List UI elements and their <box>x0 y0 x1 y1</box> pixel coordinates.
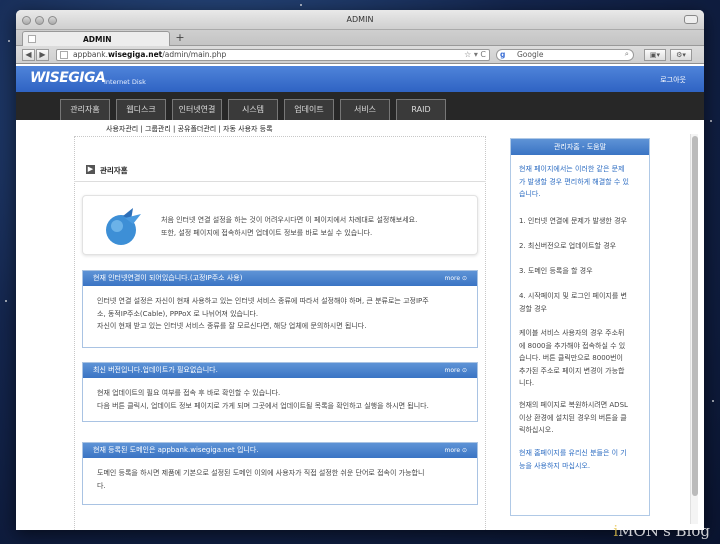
panel-body: 현재 업데이트의 필요 여부를 접속 후 바로 확인할 수 있습니다. 다음 버튼… <box>97 389 429 410</box>
menu-system[interactable]: 시스템 <box>228 99 278 120</box>
help-item: 4. 시작페이지 및 로그인 페이지를 변 경할 경우 <box>519 292 627 313</box>
menu-admin-home[interactable]: 관리자홈 <box>60 99 110 120</box>
more-link[interactable]: more ⊙ <box>445 271 467 286</box>
more-link[interactable]: more ⊙ <box>445 363 467 378</box>
help-note: 케이블 서비스 사용자의 경우 주소뒤 에 8000을 추가해야 접속하실 수 있… <box>519 329 626 387</box>
help-item: 1. 인터넷 연결에 문제가 발생한 경우 <box>519 217 627 225</box>
tab-admin[interactable]: ADMIN <box>22 31 170 46</box>
menu-webdisk[interactable]: 웹디스크 <box>116 99 166 120</box>
web-page: WISEGIGA Internet Disk 로그아웃 관리자홈 웹디스크 인터… <box>16 66 704 530</box>
google-icon: g <box>500 50 506 59</box>
welcome-line: 처음 인터넷 연결 설정을 하는 것이 어려우시다면 이 페이지에서 차례대로 … <box>161 216 418 224</box>
url-text: appbank.wisegiga.net/admin/main.php <box>73 50 227 59</box>
submenu[interactable]: 사용자관리 | 그룹관리 | 공유폴더관리 | 자동 사용자 등록 <box>106 124 273 134</box>
section-header: ▶ 관리자홈 <box>74 158 486 182</box>
section-title: 관리자홈 <box>100 166 128 175</box>
bookmark-reload-icons[interactable]: ☆ ▾ C <box>464 50 486 60</box>
help-note: 현재의 페이지로 복원하시려면 ADSL 이상 환경에 설치된 경우의 버튼을 클… <box>519 401 628 434</box>
address-toolbar: ◀ ▶ appbank.wisegiga.net/admin/main.php … <box>16 46 704 64</box>
panel-header: 최신 버전입니다.업데이트가 필요없습니다. more ⊙ <box>83 363 477 378</box>
new-tab-button[interactable]: + <box>172 32 188 45</box>
main-menu: 관리자홈 웹디스크 인터넷연결 시스템 업데이트 서비스 RAID <box>16 92 704 120</box>
welcome-line: 또한, 설정 페이지에 접속하시면 업데이트 정보를 바로 보실 수 있습니다. <box>161 229 373 237</box>
help-title: 관리자홈 - 도움말 <box>511 139 649 155</box>
menu-service[interactable]: 서비스 <box>340 99 390 120</box>
tab-bar: ADMIN + <box>16 30 704 46</box>
wisegiga-logo[interactable]: WISEGIGA <box>30 70 106 86</box>
search-placeholder: Google <box>517 50 544 59</box>
logo-subtitle: Internet Disk <box>104 78 146 86</box>
arrow-icon: ▶ <box>86 165 95 174</box>
page-icon <box>60 51 68 59</box>
help-intro: 현재 페이지에서는 이러한 같은 문제 가 발생할 경우 편리하게 해결할 수 있… <box>519 165 629 198</box>
panel-body: 도메인 등록을 하시면 제품에 기본으로 설정된 도메인 이외에 사용자가 직접… <box>97 469 425 490</box>
settings-button[interactable]: ⚙▾ <box>670 49 692 61</box>
help-item: 3. 도메인 등록을 할 경우 <box>519 267 593 275</box>
panel-body: 인터넷 연결 설정은 자신이 현재 사용하고 있는 인터넷 서비스 종류에 따라… <box>97 297 429 330</box>
help-footer: 현재 홈페이지를 유리신 분들은 이 기 능을 사용하지 마십시오. <box>519 449 627 470</box>
panel-header: 현재 인터넷연결이 되어있습니다.(고정IP주소 사용) more ⊙ <box>83 271 477 286</box>
welcome-box: 처음 인터넷 연결 설정을 하는 것이 어려우시다면 이 페이지에서 차례대로 … <box>82 195 478 255</box>
menu-raid[interactable]: RAID <box>396 99 446 120</box>
logout-link[interactable]: 로그아웃 <box>660 75 686 85</box>
page-icon <box>28 35 36 43</box>
help-item: 2. 최신버전으로 업데이트할 경우 <box>519 242 617 250</box>
brand-header: WISEGIGA Internet Disk 로그아웃 <box>16 66 704 92</box>
back-button[interactable]: ◀ <box>22 49 35 61</box>
domain-status-panel: 현재 등록된 도메인은 appbank.wisegiga.net 입니다. mor… <box>82 442 478 505</box>
tab-label: ADMIN <box>83 35 112 44</box>
update-status-panel: 최신 버전입니다.업데이트가 필요없습니다. more ⊙ 현재 업데이트의 필요… <box>82 362 478 422</box>
browser-window: ADMIN ADMIN + ◀ ▶ appbank.wisegiga.net/a… <box>16 10 704 530</box>
menu-update[interactable]: 업데이트 <box>284 99 334 120</box>
url-field[interactable]: appbank.wisegiga.net/admin/main.php ☆ ▾ … <box>56 49 490 61</box>
search-input[interactable]: g Google ⌕ <box>496 49 634 61</box>
help-sidebar: 관리자홈 - 도움말 현재 페이지에서는 이러한 같은 문제 가 발생할 경우 편… <box>510 138 650 516</box>
scrollbar-thumb[interactable] <box>692 136 698 496</box>
forward-button[interactable]: ▶ <box>36 49 49 61</box>
globe-butterfly-icon <box>106 208 141 245</box>
blog-watermark: iMON's Blog <box>613 522 710 540</box>
page-menu-button[interactable]: ▣▾ <box>644 49 666 61</box>
page-scrollbar[interactable] <box>690 134 698 524</box>
more-link[interactable]: more ⊙ <box>445 443 467 458</box>
search-icon: ⌕ <box>624 49 629 58</box>
panel-header: 현재 등록된 도메인은 appbank.wisegiga.net 입니다. mor… <box>83 443 477 458</box>
menu-internet[interactable]: 인터넷연결 <box>172 99 222 120</box>
internet-status-panel: 현재 인터넷연결이 되어있습니다.(고정IP주소 사용) more ⊙ 인터넷 연… <box>82 270 478 348</box>
title-bar: ADMIN <box>16 10 704 30</box>
window-title: ADMIN <box>346 15 374 24</box>
fullscreen-button[interactable] <box>684 15 698 24</box>
